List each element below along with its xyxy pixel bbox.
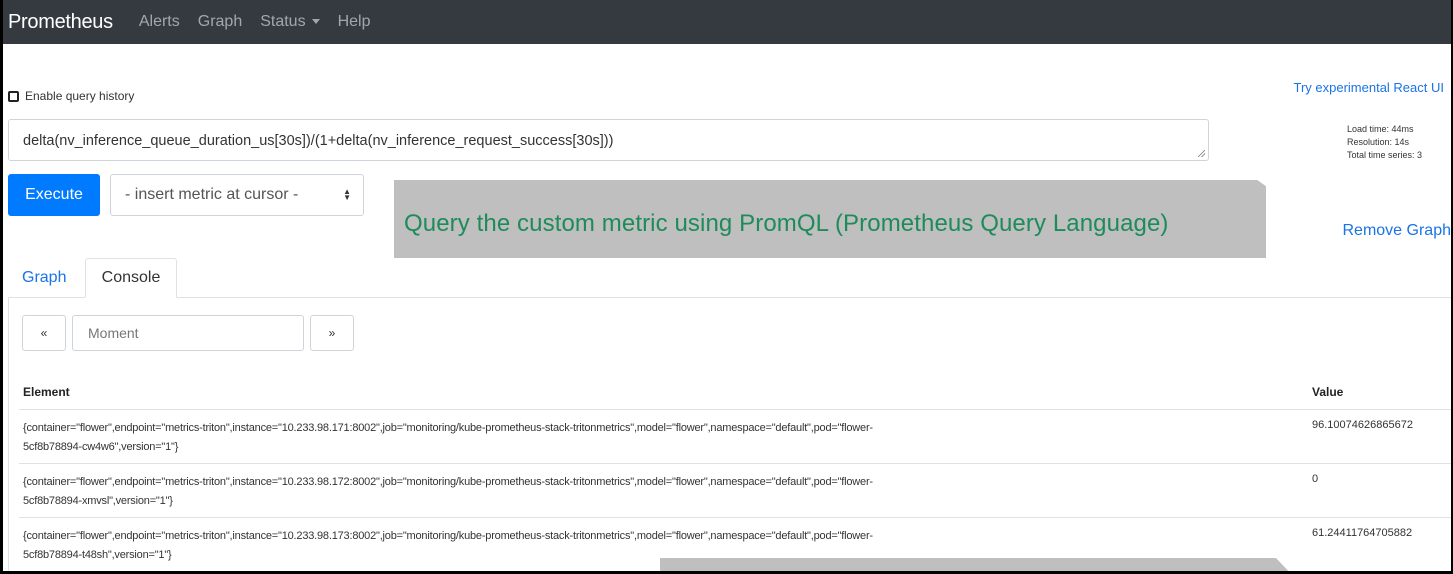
expression-input[interactable]: delta(nv_inference_queue_duration_us[30s… — [8, 119, 1209, 161]
load-time: Load time: 44ms — [1347, 124, 1414, 134]
query-stats: Load time: 44ms Resolution: 14s Total ti… — [1347, 123, 1422, 162]
total-series: Total time series: 3 — [1347, 150, 1423, 160]
annotation-callout: Query the custom metric using PromQL (Pr… — [394, 180, 1266, 258]
row-value: 61.24411764705882 — [1312, 527, 1413, 539]
row-element: {container="flower",endpoint="metrics-tr… — [23, 473, 1253, 511]
nav-help[interactable]: Help — [338, 13, 371, 31]
rewind-icon: « — [40, 326, 48, 340]
table-row: {container="flower",endpoint="metrics-tr… — [19, 409, 1451, 463]
resolution: Resolution: 14s — [1347, 137, 1410, 147]
insert-metric-select[interactable]: - insert metric at cursor - ▲ ▼ — [110, 174, 364, 216]
row-value: 0 — [1312, 473, 1319, 485]
nav-status[interactable]: Status — [260, 13, 320, 31]
nav-status-label: Status — [260, 13, 306, 30]
moment-input[interactable]: Moment — [72, 315, 304, 351]
top-navbar: Prometheus Alerts Graph Status Help — [3, 0, 1451, 44]
insert-metric-label: - insert metric at cursor - — [125, 186, 299, 203]
select-arrows-icon: ▲ ▼ — [343, 187, 351, 202]
prometheus-window: Prometheus Alerts Graph Status Help Enab… — [3, 0, 1451, 571]
column-header-value: Value — [1312, 385, 1344, 399]
console-panel: « Moment » Element Value {container="flo… — [8, 297, 1451, 571]
resize-grip-icon[interactable] — [1198, 150, 1205, 157]
tab-console[interactable]: Console — [85, 258, 177, 298]
react-ui-link[interactable]: Try experimental React UI — [1293, 80, 1444, 95]
table-row: {container="flower",endpoint="metrics-tr… — [19, 463, 1451, 517]
caret-down-icon — [311, 19, 320, 25]
row-value: 96.10074626865672 — [1312, 419, 1413, 431]
column-header-element: Element — [23, 385, 70, 399]
nav-graph[interactable]: Graph — [198, 13, 242, 31]
row-element-line2: 5cf8b78894-xmvsl",version="1"} — [23, 495, 173, 507]
annotation-callout-partial — [660, 558, 1295, 571]
annotation-text: Query the custom metric using PromQL (Pr… — [404, 210, 1169, 237]
nav-alerts[interactable]: Alerts — [139, 13, 180, 31]
row-element-line1: {container="flower",endpoint="metrics-tr… — [23, 422, 873, 434]
row-element-line1: {container="flower",endpoint="metrics-tr… — [23, 476, 873, 488]
tab-graph[interactable]: Graph — [11, 258, 77, 298]
execute-button[interactable]: Execute — [8, 174, 100, 216]
row-element: {container="flower",endpoint="metrics-tr… — [23, 419, 1253, 457]
next-time-button[interactable]: » — [310, 315, 354, 351]
moment-placeholder: Moment — [88, 325, 139, 341]
query-history-checkbox[interactable] — [8, 90, 19, 102]
row-element-line2: 5cf8b78894-cw4w6",version="1"} — [23, 441, 179, 453]
query-history-toggle[interactable]: Enable query history — [8, 89, 134, 103]
query-history-label: Enable query history — [25, 89, 135, 103]
tab-bar: Graph Console — [8, 258, 1451, 298]
row-element-line1: {container="flower",endpoint="metrics-tr… — [23, 530, 873, 542]
expression-text: delta(nv_inference_queue_duration_us[30s… — [23, 133, 614, 149]
previous-time-button[interactable]: « — [22, 315, 66, 351]
remove-graph-link[interactable]: Remove Graph — [1343, 222, 1452, 240]
fast-forward-icon: » — [328, 326, 336, 340]
brand-logo[interactable]: Prometheus — [8, 11, 113, 34]
